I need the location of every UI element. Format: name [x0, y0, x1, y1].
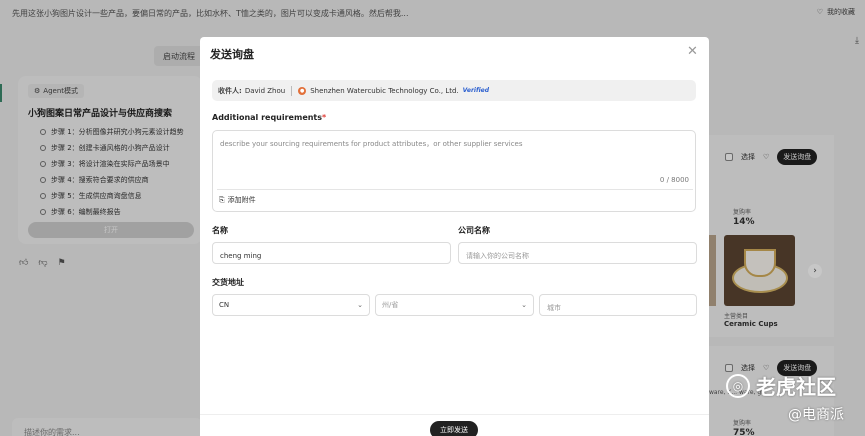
chevron-down-icon: ⌄ — [521, 301, 527, 309]
country-select[interactable]: CN ⌄ — [212, 294, 370, 316]
send-now-button[interactable]: 立即发送 — [430, 421, 478, 436]
footer-divider — [200, 414, 709, 415]
chevron-down-icon: ⌄ — [357, 301, 363, 309]
name-input[interactable] — [213, 246, 450, 266]
country-flag-icon: ● — [298, 86, 307, 95]
close-icon[interactable]: ✕ — [687, 45, 698, 58]
company-field — [458, 242, 697, 266]
recipient-bar: 收件人: David Zhou ● Shenzhen Watercubic Te… — [212, 80, 696, 101]
watermark: ◎ 老虎社区 @电商派 — [726, 371, 844, 423]
inquiry-modal: 发送询盘 ✕ 收件人: David Zhou ● Shenzhen Waterc… — [200, 37, 709, 436]
requirements-label: Additional requirements* — [212, 113, 327, 122]
company-label: 公司名称 — [458, 226, 490, 235]
recipient-name: David Zhou — [244, 86, 286, 95]
supplier-company: Shenzhen Watercubic Technology Co., Ltd. — [310, 86, 459, 95]
company-input[interactable] — [459, 246, 696, 266]
requirements-box: 0 / 8000 ⎘ 添加附件 — [212, 130, 696, 212]
modal-title: 发送询盘 — [210, 48, 254, 61]
city-field — [539, 294, 697, 318]
watermark-logo-icon: ◎ — [726, 373, 750, 398]
city-input[interactable] — [540, 298, 696, 318]
add-attachment-button[interactable]: ⎘ 添加附件 — [219, 195, 256, 205]
recipient-label: 收件人: — [218, 86, 242, 95]
requirements-textarea[interactable] — [220, 139, 680, 169]
province-select[interactable]: 州/省 ⌄ — [375, 294, 534, 316]
name-label: 名称 — [212, 226, 228, 235]
verified-badge: Verified — [462, 87, 490, 94]
char-counter: 0 / 8000 — [659, 176, 689, 184]
paperclip-icon: ⎘ — [219, 195, 225, 204]
address-label: 交货地址 — [212, 278, 244, 287]
divider — [291, 85, 293, 96]
divider — [217, 189, 693, 190]
name-field — [212, 242, 451, 266]
